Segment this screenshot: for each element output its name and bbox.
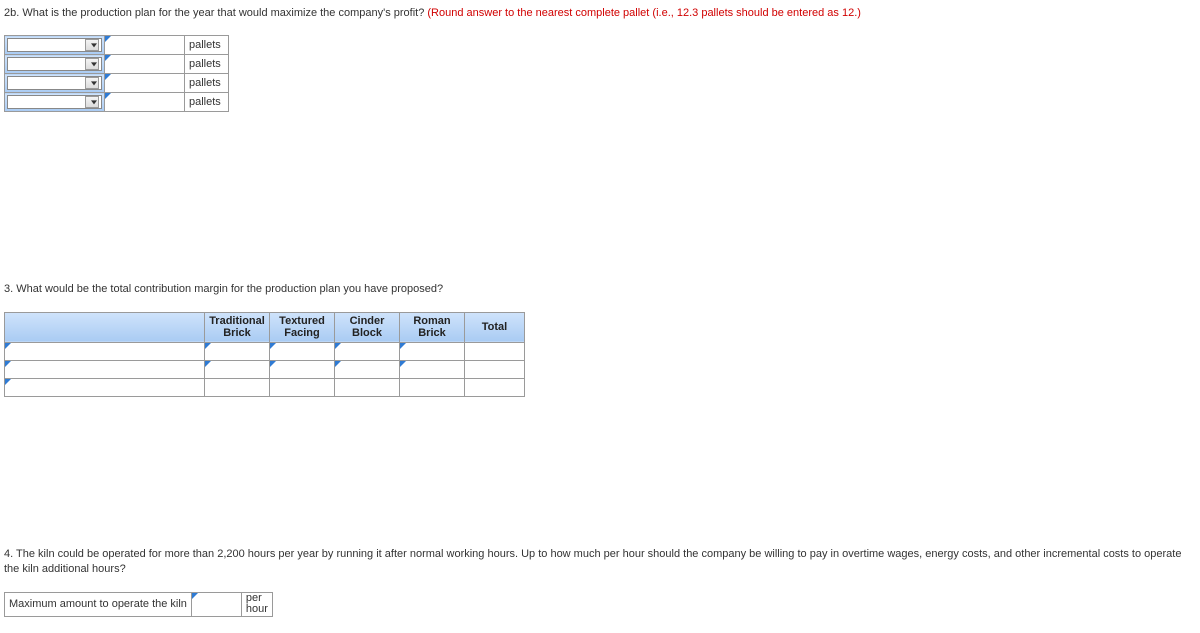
question-4: 4. The kiln could be operated for more t…	[4, 547, 1196, 578]
pallets-input-1[interactable]	[105, 36, 185, 55]
question-4-text: The kiln could be operated for more than…	[4, 548, 1181, 575]
row-header-blank	[5, 312, 205, 342]
question-2b-hint: (Round answer to the nearest complete pa…	[427, 7, 861, 19]
q3-r2-c4[interactable]	[400, 361, 465, 379]
col-textured: Textured Facing	[270, 312, 335, 342]
q3-row2-label[interactable]	[5, 361, 205, 379]
question-4-number: 4.	[4, 548, 13, 560]
q3-r2-total[interactable]	[465, 361, 525, 379]
q3-r3-c1[interactable]	[205, 379, 270, 397]
q3-r1-c2[interactable]	[270, 343, 335, 361]
question-3-text: What would be the total contribution mar…	[16, 283, 443, 295]
q3-r1-c3[interactable]	[335, 343, 400, 361]
q3-r1-c4[interactable]	[400, 343, 465, 361]
q3-r1-c1[interactable]	[205, 343, 270, 361]
q3-r3-c3[interactable]	[335, 379, 400, 397]
unit-label: pallets	[185, 74, 229, 93]
q3-r3-c4[interactable]	[400, 379, 465, 397]
q4-amount-input[interactable]	[191, 592, 241, 616]
question-3-number: 3.	[4, 283, 13, 295]
col-cinder: Cinder Block	[335, 312, 400, 342]
question-2b-text: What is the production plan for the year…	[22, 7, 424, 19]
q4-row-label: Maximum amount to operate the kiln	[5, 592, 192, 616]
q3-row1-label[interactable]	[5, 343, 205, 361]
question-2b-number: 2b.	[4, 7, 19, 19]
q3-r2-c1[interactable]	[205, 361, 270, 379]
table-2b: pallets pallets pallets pallets	[4, 35, 229, 112]
pallets-input-2[interactable]	[105, 55, 185, 74]
q3-r3-c2[interactable]	[270, 379, 335, 397]
unit-label: pallets	[185, 93, 229, 112]
product-select-3[interactable]	[5, 74, 105, 93]
q3-r1-total[interactable]	[465, 343, 525, 361]
q3-r2-c3[interactable]	[335, 361, 400, 379]
question-2b: 2b. What is the production plan for the …	[4, 6, 1196, 21]
col-roman: Roman Brick	[400, 312, 465, 342]
q3-r2-c2[interactable]	[270, 361, 335, 379]
product-select-4[interactable]	[5, 93, 105, 112]
q3-r3-total[interactable]	[465, 379, 525, 397]
product-select-1[interactable]	[5, 36, 105, 55]
table-3: Traditional Brick Textured Facing Cinder…	[4, 312, 525, 397]
unit-label: pallets	[185, 55, 229, 74]
question-3: 3. What would be the total contribution …	[4, 282, 1196, 297]
q3-row3-label[interactable]	[5, 379, 205, 397]
pallets-input-4[interactable]	[105, 93, 185, 112]
table-4: Maximum amount to operate the kiln per h…	[4, 592, 273, 617]
product-select-2[interactable]	[5, 55, 105, 74]
unit-label: pallets	[185, 36, 229, 55]
col-total: Total	[465, 312, 525, 342]
col-traditional: Traditional Brick	[205, 312, 270, 342]
q4-unit: per hour	[241, 592, 272, 616]
pallets-input-3[interactable]	[105, 74, 185, 93]
